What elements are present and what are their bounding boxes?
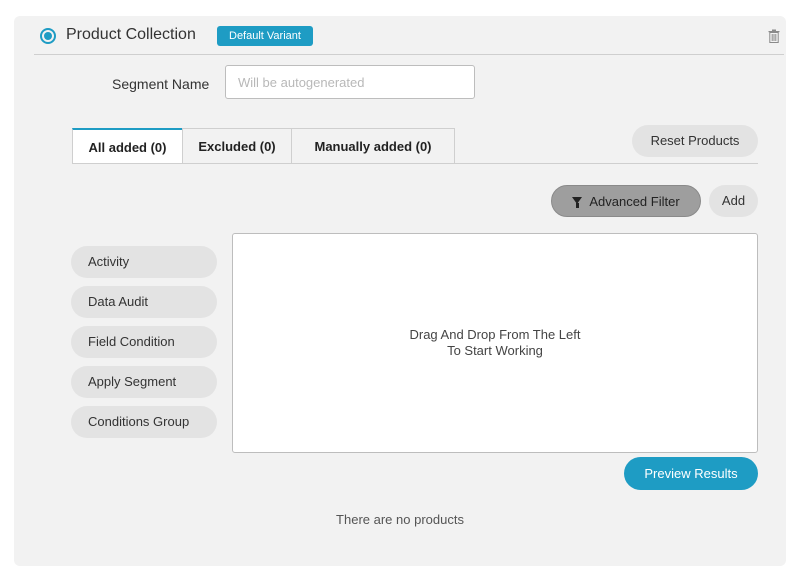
segment-name-input[interactable] (225, 65, 475, 99)
sidebar-item-apply-segment[interactable]: Apply Segment (71, 366, 217, 398)
reset-products-button[interactable]: Reset Products (632, 125, 758, 157)
filter-icon (572, 197, 583, 209)
drop-zone-message: Drag And Drop From The Left To Start Wor… (409, 327, 580, 359)
add-button[interactable]: Add (709, 185, 758, 217)
sidebar-item-field-condition[interactable]: Field Condition (71, 326, 217, 358)
tab-divider (72, 163, 758, 164)
selected-radio[interactable] (40, 28, 56, 44)
trash-icon[interactable] (768, 29, 780, 43)
default-variant-badge: Default Variant (217, 26, 313, 46)
advanced-filter-label: Advanced Filter (589, 194, 680, 209)
sidebar-item-conditions-group[interactable]: Conditions Group (71, 406, 217, 438)
tab-manually-added[interactable]: Manually added (0) (291, 128, 455, 164)
product-collection-card: Product Collection Default Variant Segme… (14, 16, 786, 566)
advanced-filter-button[interactable]: Advanced Filter (551, 185, 701, 217)
card-title: Product Collection (66, 26, 196, 43)
tab-excluded[interactable]: Excluded (0) (182, 128, 292, 164)
empty-products-message: There are no products (336, 512, 464, 527)
sidebar-item-activity[interactable]: Activity (71, 246, 217, 278)
drop-zone[interactable]: Drag And Drop From The Left To Start Wor… (232, 233, 758, 453)
sidebar-item-data-audit[interactable]: Data Audit (71, 286, 217, 318)
card-header: Product Collection Default Variant (34, 16, 784, 55)
segment-name-label: Segment Name (112, 76, 210, 92)
preview-results-button[interactable]: Preview Results (624, 457, 758, 490)
tab-all-added[interactable]: All added (0) (72, 128, 183, 164)
drop-zone-line-2: To Start Working (447, 343, 543, 358)
drop-zone-line-1: Drag And Drop From The Left (409, 327, 581, 342)
